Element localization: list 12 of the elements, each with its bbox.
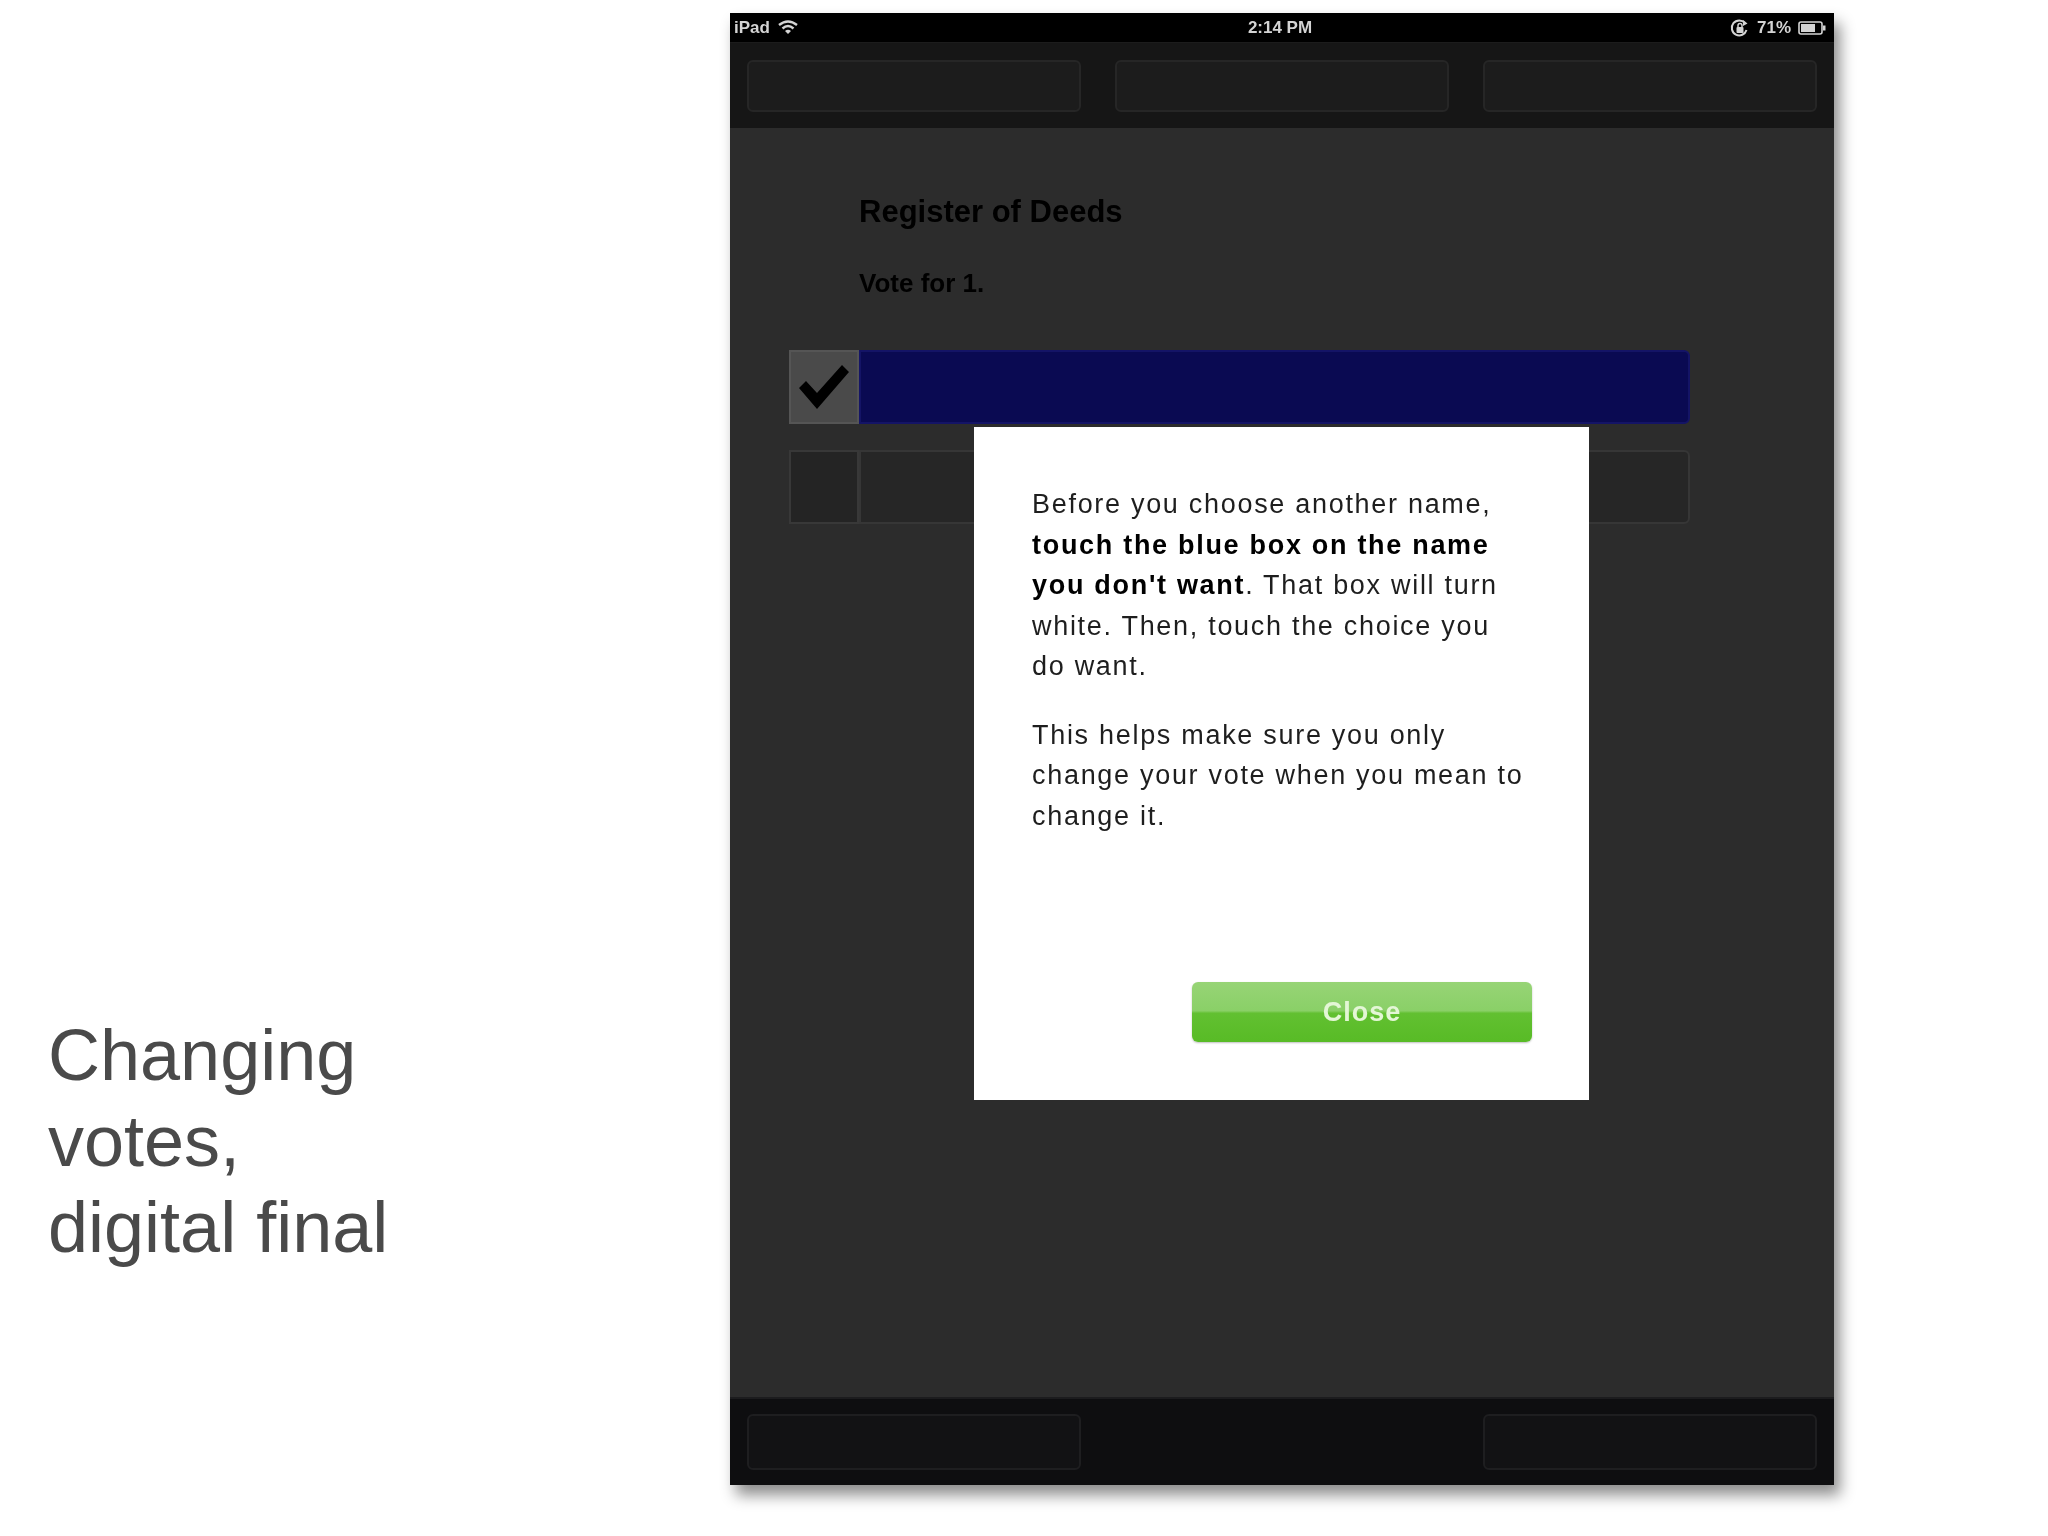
battery-icon — [1798, 20, 1826, 35]
rotation-lock-icon — [1729, 17, 1750, 38]
checkmark-icon — [798, 364, 850, 410]
dialog-paragraph: Before you choose another name, touch the blue box on the name you don't want. That box will turn white. Then, touch the choice you do want. — [1032, 488, 1499, 683]
checkbox[interactable] — [789, 350, 859, 424]
close-button[interactable]: Close — [1192, 982, 1532, 1042]
dialog-paragraph: This helps make sure you only change your vote when you mean to change it. — [1032, 718, 1525, 833]
slide-caption: Changing votes, digital final — [48, 1014, 390, 1269]
wifi-icon — [777, 20, 798, 35]
battery-percent: 71% — [1756, 17, 1791, 38]
device-name: iPad — [734, 17, 770, 38]
status-time: 2:14 PM — [1247, 17, 1313, 38]
